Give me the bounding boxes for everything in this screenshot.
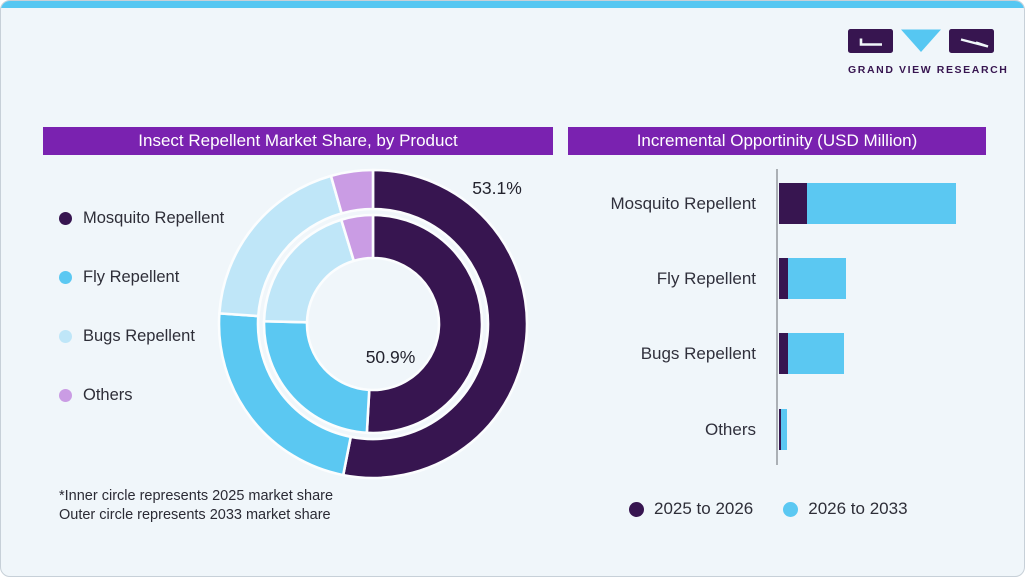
footnote-line-2: Outer circle represents 2033 market shar… <box>59 506 333 525</box>
bar-segment-2026-to-2033 <box>807 183 956 224</box>
bar-segment-2026-to-2033 <box>781 409 787 450</box>
bar-category-label: Fly Repellent <box>571 258 756 299</box>
bar-category-label: Others <box>571 409 756 450</box>
donut-footnote: *Inner circle represents 2025 market sha… <box>59 487 333 525</box>
bar-row-bugs-repellent: Bugs Repellent <box>571 333 991 374</box>
bar-category-label: Bugs Repellent <box>571 333 756 374</box>
bar-row-mosquito-repellent: Mosquito Repellent <box>571 183 991 224</box>
footnote-line-1: *Inner circle represents 2025 market sha… <box>59 487 333 506</box>
legend-item-mosquito-repellent: Mosquito Repellent <box>59 205 224 231</box>
legend-item-bugs-repellent: Bugs Repellent <box>59 323 224 349</box>
inner-ring-2025-segment-2 <box>264 220 354 323</box>
donut-legend: Mosquito Repellent Fly Repellent Bugs Re… <box>59 205 224 441</box>
bar-track <box>779 333 844 374</box>
legend-label: 2026 to 2033 <box>808 499 907 519</box>
outer-ring-2033-segment-1 <box>219 313 351 475</box>
legend-swatch-2025-2026 <box>629 502 644 517</box>
incremental-opportunity-bar-chart: Mosquito Repellent Fly Repellent Bugs Re… <box>571 169 991 469</box>
right-chart-title: Incremental Opportinity (USD Million) <box>568 127 986 155</box>
report-card: GRAND VIEW RESEARCH Insect Repellent Mar… <box>0 0 1025 577</box>
bar-segment-2025-to-2026 <box>779 333 788 374</box>
legend-item-fly-repellent: Fly Repellent <box>59 264 224 290</box>
grand-view-research-logo: GRAND VIEW RESEARCH <box>848 29 994 76</box>
outer-ring-2033-segment-2 <box>219 176 341 316</box>
inner-ring-2025-segment-1 <box>264 321 369 433</box>
legend-item-others: Others <box>59 382 224 408</box>
bar-row-others: Others <box>571 409 991 450</box>
legend-label: Fly Repellent <box>83 268 179 287</box>
bar-track <box>779 258 846 299</box>
bar-segment-2025-to-2026 <box>779 258 788 299</box>
legend-label: Bugs Repellent <box>83 327 195 346</box>
logo-mark <box>848 29 994 53</box>
legend-label: Others <box>83 386 133 405</box>
logo-triangle-icon <box>901 30 941 53</box>
legend-swatch-2026-2033 <box>783 502 798 517</box>
inner-ring-value-label: 50.9% <box>353 347 428 368</box>
bar-category-label: Mosquito Repellent <box>571 183 756 224</box>
legend-item-2025-to-2026: 2025 to 2026 <box>629 499 753 519</box>
legend-swatch-mosquito <box>59 212 72 225</box>
bar-segment-2026-to-2033 <box>788 258 846 299</box>
bar-track <box>779 183 956 224</box>
bar-chart-legend: 2025 to 2026 2026 to 2033 <box>629 499 908 519</box>
legend-label: 2025 to 2026 <box>654 499 753 519</box>
logo-g-block <box>848 29 893 53</box>
legend-swatch-others <box>59 389 72 402</box>
outer-ring-2033-segment-3 <box>331 170 373 213</box>
legend-swatch-fly <box>59 271 72 284</box>
bar-track <box>779 409 787 450</box>
outer-ring-2033-segment-0 <box>343 170 527 478</box>
top-accent-bar <box>1 1 1024 8</box>
inner-ring-2025-segment-0 <box>367 215 482 433</box>
legend-swatch-bugs <box>59 330 72 343</box>
inner-ring-2025-segment-3 <box>341 215 373 261</box>
bar-segment-2026-to-2033 <box>788 333 844 374</box>
bar-segment-2025-to-2026 <box>779 183 807 224</box>
legend-label: Mosquito Repellent <box>83 209 224 228</box>
logo-wordmark: GRAND VIEW RESEARCH <box>848 64 994 76</box>
legend-item-2026-to-2033: 2026 to 2033 <box>783 499 907 519</box>
left-chart-title: Insect Repellent Market Share, by Produc… <box>43 127 553 155</box>
outer-ring-value-label: 53.1% <box>461 178 533 199</box>
bar-row-fly-repellent: Fly Repellent <box>571 258 991 299</box>
